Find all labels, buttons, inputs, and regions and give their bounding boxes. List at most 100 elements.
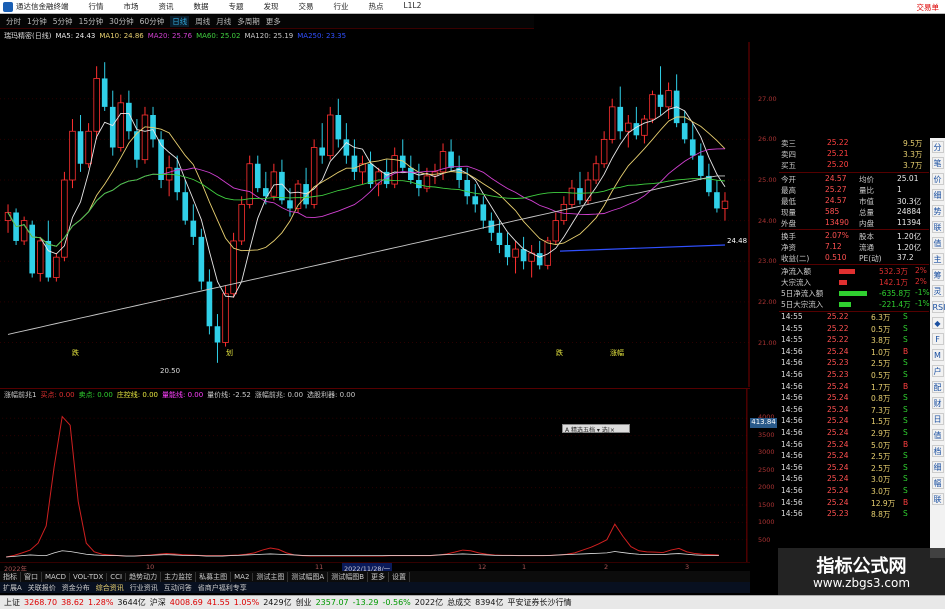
stat-row: 收益(二) 0.510 PE(动) 37.2: [779, 253, 929, 264]
ma-legend-item: MA60: 25.02: [196, 32, 241, 40]
tick-time: 14:56: [781, 393, 803, 403]
side-tool-button[interactable]: 值: [931, 429, 944, 441]
info-tab[interactable]: 省商户福利专享: [195, 583, 250, 593]
side-tool-button[interactable]: 笔: [931, 157, 944, 169]
indicator-tick: 3000: [758, 448, 775, 457]
menu-item-5[interactable]: 发现: [264, 1, 279, 12]
side-tool-button[interactable]: 档: [931, 445, 944, 457]
stat-value: 37.2: [897, 253, 914, 262]
info-tab[interactable]: 互动问答: [161, 583, 195, 593]
indicator-chart[interactable]: [0, 388, 750, 563]
period-tab-8[interactable]: 月线: [216, 16, 231, 27]
side-tool-button[interactable]: 价: [931, 173, 944, 185]
trade-button[interactable]: 交易单: [917, 2, 940, 13]
side-tool-button[interactable]: 幅: [931, 477, 944, 489]
indicator-tab[interactable]: 主力监控: [161, 571, 197, 582]
info-tab[interactable]: 综合资讯: [93, 583, 127, 593]
menu-item-0[interactable]: 行情: [89, 1, 104, 12]
indicator-tab[interactable]: 设置: [389, 571, 411, 582]
side-tool-button[interactable]: F: [931, 333, 944, 345]
side-tool-button[interactable]: 主: [931, 253, 944, 265]
info-tab[interactable]: 资金分布: [59, 583, 93, 593]
level5-popup[interactable]: A 精选五档 ▾ 选|×: [562, 424, 630, 434]
menu-item-8[interactable]: 热点: [369, 1, 384, 12]
kline-chart[interactable]: 20.50 跌 划 跌 涨幅: [0, 42, 750, 387]
menu-item-2[interactable]: 资讯: [159, 1, 174, 12]
side-tool-button[interactable]: RSI: [931, 301, 945, 313]
tick-volume: 2.5万: [871, 463, 891, 473]
tick-side: S: [903, 451, 908, 461]
side-tool-button[interactable]: 配: [931, 381, 944, 393]
candle: [512, 240, 519, 274]
index-status-item: 平安证券长沙行情: [507, 598, 572, 607]
period-tab-6[interactable]: 日线: [170, 16, 190, 27]
side-tool-button[interactable]: M: [931, 349, 944, 361]
tick-time: 14:56: [781, 439, 803, 449]
period-tab-2[interactable]: 5分钟: [53, 16, 73, 27]
index-status-item: 沪深: [149, 598, 166, 607]
indicator-tab[interactable]: MA2: [231, 572, 254, 581]
flow-bar: [839, 269, 855, 274]
time-label: 2: [604, 563, 609, 571]
indicator-tab[interactable]: 更多: [368, 571, 390, 582]
indicator-tab[interactable]: 测试主图: [253, 571, 289, 582]
indicator-tab[interactable]: MACD: [42, 572, 70, 581]
tick-time: 14:56: [781, 428, 803, 437]
candle: [665, 82, 672, 120]
tick-time: 14:56: [781, 358, 803, 368]
period-tab-10[interactable]: 更多: [266, 16, 281, 27]
side-tool-button[interactable]: 财: [931, 397, 944, 409]
side-tool-button[interactable]: 联: [931, 221, 944, 233]
side-tool-button[interactable]: 日: [931, 413, 944, 425]
menu-item-7[interactable]: 行业: [334, 1, 349, 12]
menu-item-1[interactable]: 市场: [124, 1, 139, 12]
period-tab-7[interactable]: 周线: [195, 16, 210, 27]
side-tool-button[interactable]: 势: [931, 205, 944, 217]
candle: [681, 110, 688, 144]
tick-volume: 0.5万: [871, 371, 891, 380]
side-tool-button[interactable]: 户: [931, 365, 944, 377]
menu-item-9[interactable]: L1L2: [404, 1, 422, 12]
candle: [158, 131, 164, 189]
indicator-tab[interactable]: 测试幅图B: [328, 571, 369, 582]
period-tab-9[interactable]: 多周期: [237, 16, 260, 27]
side-tool-button[interactable]: 筹: [931, 269, 944, 281]
stat-value: 2.07%: [825, 231, 849, 240]
signal-mark: 涨幅: [610, 348, 624, 357]
indicator-tab[interactable]: 窗口: [21, 571, 42, 582]
side-tool-button[interactable]: 联: [931, 493, 944, 505]
candle: [29, 220, 36, 278]
index-status-item: 2357.07: [315, 598, 349, 607]
period-tab-1[interactable]: 1分钟: [27, 16, 47, 27]
title-bar: 通达信金融终端 行情 市场 资讯 数据 专题 发现 交易 行业 热点 L1L2 交易单: [0, 0, 945, 14]
side-tool-button[interactable]: 细: [931, 189, 944, 201]
menu-item-3[interactable]: 数据: [194, 1, 209, 12]
price-tick: 25.00: [758, 176, 777, 184]
indicator-tab[interactable]: 趋势动力: [126, 571, 162, 582]
info-tab[interactable]: 关联报价: [25, 583, 59, 593]
indicator-tab[interactable]: 测试幅图A: [288, 571, 329, 582]
indicator-tab[interactable]: 指标: [0, 571, 21, 582]
candle: [577, 171, 583, 205]
side-tool-button[interactable]: 灵: [931, 285, 944, 297]
info-tab[interactable]: 扩展A: [0, 583, 25, 593]
side-tool-button[interactable]: 细: [931, 461, 944, 473]
index-status-item: 上证: [4, 598, 20, 607]
menu-item-6[interactable]: 交易: [299, 1, 314, 12]
info-tab[interactable]: 行业资讯: [127, 583, 161, 593]
tick-volume: 0.5万: [871, 324, 891, 334]
side-tool-button[interactable]: 分: [931, 141, 944, 153]
candle: [649, 90, 656, 124]
menu-item-4[interactable]: 专题: [229, 1, 244, 12]
indicator-tab[interactable]: 私募主图: [196, 571, 232, 582]
period-tab-3[interactable]: 15分钟: [79, 16, 104, 27]
tick-volume: 5.0万: [871, 440, 891, 450]
indicator-tab[interactable]: CCI: [107, 572, 127, 581]
period-tab-4[interactable]: 30分钟: [109, 16, 134, 27]
indicator-tab[interactable]: VOL-TDX: [70, 572, 108, 581]
divider: [779, 172, 929, 173]
side-tool-button[interactable]: 值: [931, 237, 944, 249]
period-tab-5[interactable]: 60分钟: [140, 16, 165, 27]
period-tab-0[interactable]: 分时: [6, 16, 21, 27]
side-tool-button[interactable]: ◆: [931, 317, 944, 329]
